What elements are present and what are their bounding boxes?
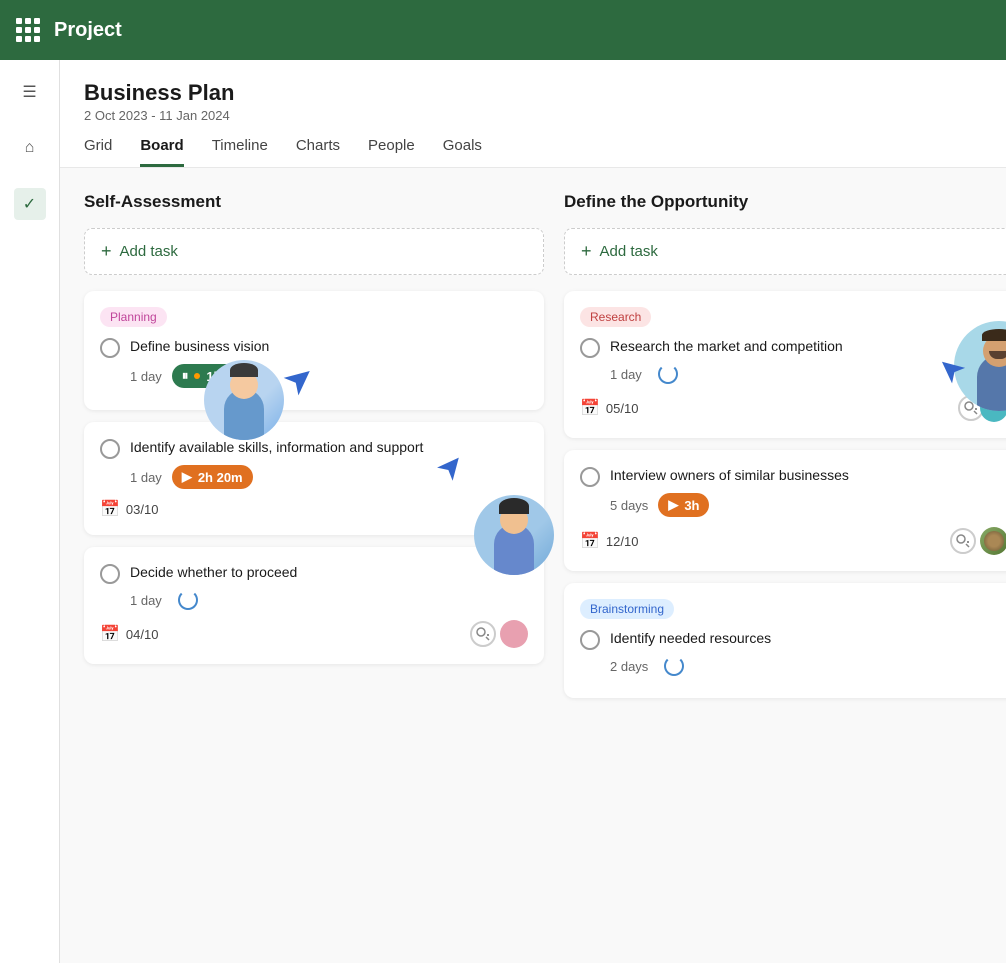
date-value-3: 04/10 — [126, 627, 159, 642]
spinner-icon-3 — [178, 590, 198, 610]
column-title-define-opportunity: Define the Opportunity — [564, 192, 1006, 212]
badge-research: Research — [580, 307, 651, 327]
task-checkbox-r2[interactable] — [580, 467, 600, 487]
timer-value-1: 1h 27m — [206, 369, 251, 384]
task-group-research: Research Research the market and competi… — [564, 291, 1006, 438]
date-value-2: 03/10 — [126, 502, 159, 517]
tab-charts[interactable]: Charts — [296, 137, 340, 167]
project-title: Business Plan — [84, 80, 982, 106]
task-decide: Decide whether to proceed 1 day 📅 04/10 — [84, 547, 544, 664]
tab-timeline[interactable]: Timeline — [212, 137, 268, 167]
task-group-brainstorming: Brainstorming Identify needed resources … — [564, 583, 1006, 698]
app-title: Project — [54, 19, 122, 42]
sidebar-home-icon[interactable]: ⌂ — [14, 132, 46, 164]
task-date-r2: 📅 12/10 — [580, 531, 638, 551]
column-self-assessment: Self-Assessment + Add task Planning Defi… — [84, 192, 544, 939]
task-avatars-r2 — [950, 527, 1006, 555]
add-task-self-assessment[interactable]: + Add task — [84, 228, 544, 275]
timer-pill-2[interactable]: ▶ 2h 20m — [172, 465, 253, 489]
timer-value-r2: 3h — [684, 498, 699, 513]
play-icon-r2: ▶ — [668, 497, 678, 513]
add-task-define-opportunity[interactable]: + Add task — [564, 228, 1006, 275]
plus-icon-2: + — [581, 241, 592, 262]
top-bar: Project — [0, 0, 1006, 60]
nav-tabs: Grid Board Timeline Charts People Goals — [84, 137, 982, 167]
calendar-icon-2: 📅 — [100, 499, 120, 519]
calendar-icon-r1: 📅 — [580, 398, 600, 418]
sidebar-menu-icon[interactable]: ☰ — [14, 76, 46, 108]
task-checkbox-2[interactable] — [100, 439, 120, 459]
task-name-b1: Identify needed resources — [610, 629, 771, 649]
task-duration-3: 1 day — [130, 593, 162, 608]
avatar-teal-r1 — [980, 394, 1006, 422]
column-title-self-assessment: Self-Assessment — [84, 192, 544, 212]
project-dates: 2 Oct 2023 - 11 Jan 2024 — [84, 108, 982, 123]
plus-icon: + — [101, 241, 112, 262]
calendar-icon-r2: 📅 — [580, 531, 600, 551]
task-name-1: Define business vision — [130, 337, 269, 357]
project-header: Business Plan 2 Oct 2023 - 11 Jan 2024 G… — [60, 60, 1006, 168]
board-content: Self-Assessment + Add task Planning Defi… — [60, 168, 1006, 963]
badge-brainstorming: Brainstorming — [580, 599, 674, 619]
task-group-planning: Planning Define business vision 1 day ⏸ — [84, 291, 544, 410]
avatar-pink-3 — [500, 620, 528, 648]
task-checkbox-r1[interactable] — [580, 338, 600, 358]
task-duration-2: 1 day — [130, 470, 162, 485]
date-value-r1: 05/10 — [606, 401, 639, 416]
task-name-r2: Interview owners of similar businesses — [610, 466, 849, 486]
task-duration-r2: 5 days — [610, 498, 648, 513]
task-duration-b1: 2 days — [610, 659, 648, 674]
sidebar: ☰ ⌂ ✓ — [0, 60, 60, 963]
avatar-add-r2[interactable] — [950, 528, 976, 554]
tab-goals[interactable]: Goals — [443, 137, 482, 167]
task-duration-r1: 1 day — [610, 367, 642, 382]
task-name-2: Identify available skills, information a… — [130, 438, 423, 458]
task-avatars-r1 — [958, 394, 1006, 422]
sidebar-check-icon[interactable]: ✓ — [14, 188, 46, 220]
task-checkbox-b1[interactable] — [580, 630, 600, 650]
task-date-r1: 📅 05/10 — [580, 398, 638, 418]
task-avatars-3 — [470, 620, 528, 648]
spinner-icon-r1 — [658, 364, 678, 384]
task-name-r1: Research the market and competition — [610, 337, 843, 357]
task-interview-owners: Interview owners of similar businesses 5… — [564, 450, 1006, 571]
task-name-3: Decide whether to proceed — [130, 563, 297, 583]
task-date-2: 📅 03/10 — [100, 499, 158, 519]
task-duration-1: 1 day — [130, 369, 162, 384]
play-icon-2: ▶ — [182, 469, 192, 485]
timer-pill-r2[interactable]: ▶ 3h — [658, 493, 709, 517]
task-research-market: Research the market and competition 1 da… — [580, 337, 1006, 422]
timer-pill-1[interactable]: ⏸ 1h 27m — [172, 364, 261, 388]
avatar-green-r2 — [980, 527, 1006, 555]
column-define-opportunity: Define the Opportunity + Add task Resear… — [564, 192, 1006, 939]
add-task-label: Add task — [120, 243, 178, 260]
tab-board[interactable]: Board — [140, 137, 183, 167]
calendar-icon-3: 📅 — [100, 624, 120, 644]
task-date-3: 📅 04/10 — [100, 624, 158, 644]
task-checkbox-3[interactable] — [100, 564, 120, 584]
tab-people[interactable]: People — [368, 137, 415, 167]
tab-grid[interactable]: Grid — [84, 137, 112, 167]
task-checkbox-1[interactable] — [100, 338, 120, 358]
add-task-label-2: Add task — [600, 243, 658, 260]
app-grid-icon[interactable] — [16, 18, 40, 42]
task-define-business-vision: Define business vision 1 day ⏸ 1h 27m — [100, 337, 528, 388]
badge-planning: Planning — [100, 307, 167, 327]
spinner-icon-b1 — [664, 656, 684, 676]
timer-value-2: 2h 20m — [198, 470, 243, 485]
avatar-add-3[interactable] — [470, 621, 496, 647]
task-identify-skills: Identify available skills, information a… — [84, 422, 544, 535]
date-value-r2: 12/10 — [606, 534, 639, 549]
pause-icon: ⏸ — [182, 368, 189, 384]
main-content: Business Plan 2 Oct 2023 - 11 Jan 2024 G… — [60, 60, 1006, 963]
timer-dot — [194, 373, 200, 379]
